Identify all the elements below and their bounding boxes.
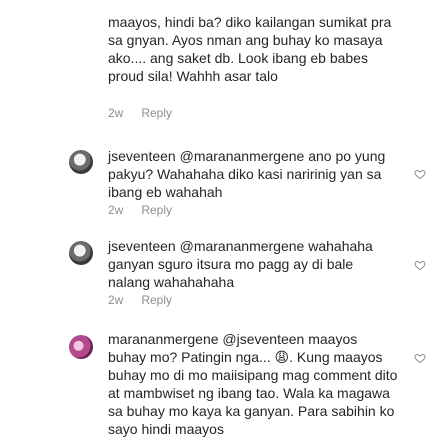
heart-icon[interactable] <box>414 352 426 364</box>
comment-username[interactable]: jseventeen <box>108 148 176 164</box>
comment-text: jseventeen @marananmergene ano po yung p… <box>108 147 398 201</box>
comment-meta: 2w Reply <box>108 293 172 307</box>
comment-text: maayos, hindi ba? diko kailangan sumikat… <box>108 14 392 84</box>
comment-username[interactable]: jseventeen <box>108 238 176 254</box>
heart-icon[interactable] <box>414 168 426 180</box>
reply-button[interactable]: Reply <box>141 203 172 217</box>
clipped-previous-line <box>108 0 408 8</box>
comment-username[interactable]: marananmergene <box>108 331 219 347</box>
avatar[interactable] <box>69 150 93 174</box>
comment-meta: 2w Reply <box>108 106 172 120</box>
avatar[interactable] <box>69 335 93 359</box>
comment-meta: 2w Reply <box>108 203 172 217</box>
heart-icon[interactable] <box>414 259 426 271</box>
comment-time: 2w <box>108 203 124 217</box>
comment-time: 2w <box>108 293 124 307</box>
comment-time: 2w <box>108 106 124 120</box>
reply-button[interactable]: Reply <box>141 106 172 120</box>
comment-text: jseventeen @marananmergene wahahaha gany… <box>108 237 398 291</box>
comment-text: marananmergene @jseventeen maayos buhay … <box>108 330 398 438</box>
avatar[interactable] <box>69 241 93 265</box>
reply-button[interactable]: Reply <box>141 293 172 307</box>
